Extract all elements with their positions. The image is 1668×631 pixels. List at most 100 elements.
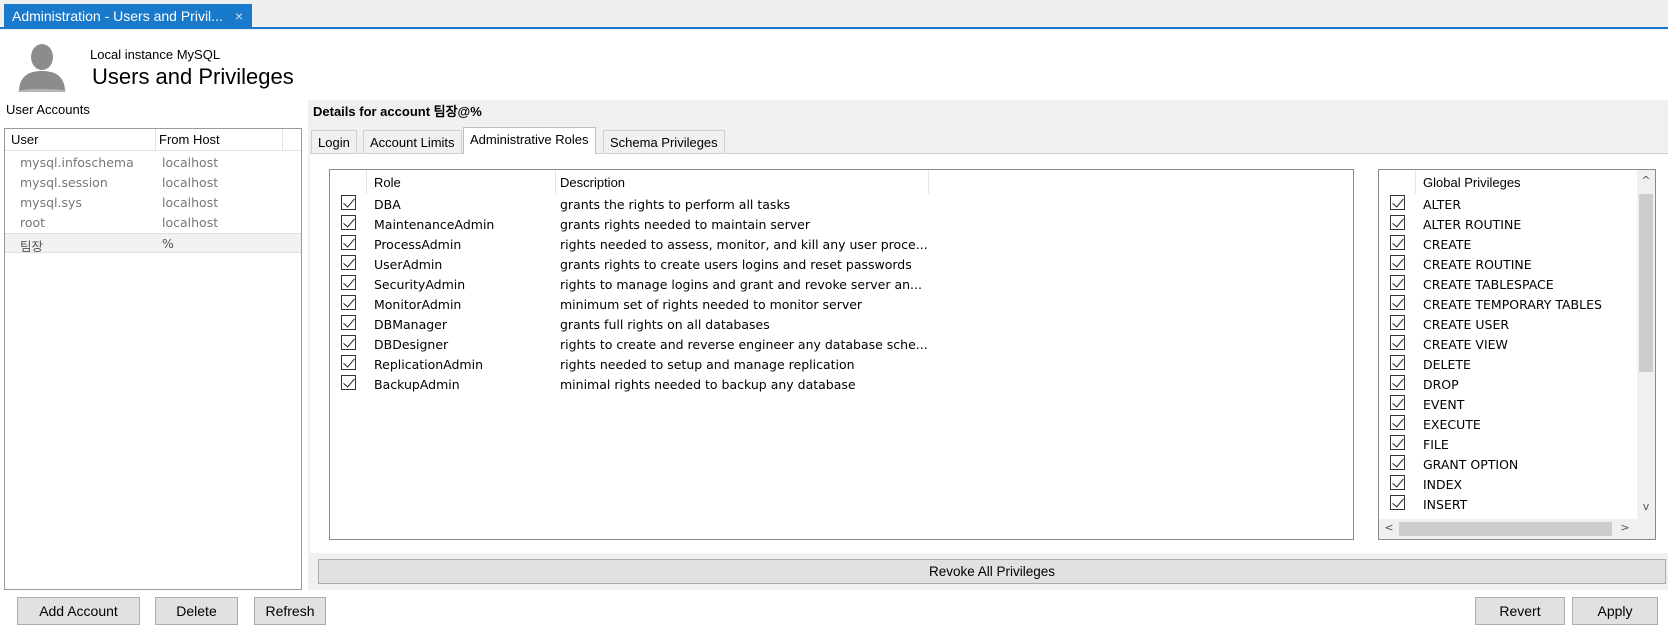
global-privilege-row[interactable]: CREATE bbox=[1379, 234, 1629, 254]
user-account-row[interactable]: root localhost bbox=[5, 213, 301, 233]
tab-administrative-roles[interactable]: Administrative Roles bbox=[463, 127, 596, 154]
privilege-checkbox[interactable] bbox=[1390, 355, 1405, 370]
privilege-name: GRANT OPTION bbox=[1423, 457, 1519, 472]
privilege-checkbox[interactable] bbox=[1390, 495, 1405, 510]
privilege-checkbox[interactable] bbox=[1390, 415, 1405, 430]
role-description: rights to create and reverse engineer an… bbox=[560, 337, 928, 352]
delete-button[interactable]: Delete bbox=[155, 597, 238, 625]
privilege-checkbox[interactable] bbox=[1390, 215, 1405, 230]
global-privilege-row[interactable]: CREATE USER bbox=[1379, 314, 1629, 334]
user-name: mysql.session bbox=[20, 175, 108, 190]
scroll-right-icon[interactable]: > bbox=[1617, 521, 1633, 537]
scroll-left-icon[interactable]: < bbox=[1381, 521, 1397, 537]
global-privilege-row[interactable]: GRANT OPTION bbox=[1379, 454, 1629, 474]
column-header-user[interactable]: User bbox=[11, 132, 38, 147]
horizontal-scrollbar[interactable]: < > bbox=[1379, 519, 1655, 539]
global-privileges-list[interactable]: Global Privileges ALTER ALTER ROUTINE CREA… bbox=[1378, 169, 1656, 540]
administrative-roles-table[interactable]: Role Description DBA grants the rights to… bbox=[329, 169, 1354, 540]
privilege-checkbox[interactable] bbox=[1390, 435, 1405, 450]
revoke-all-privileges-button[interactable]: Revoke All Privileges bbox=[318, 559, 1666, 584]
role-row[interactable]: SecurityAdmin rights to manage logins and… bbox=[330, 274, 1353, 294]
global-privilege-row[interactable]: ALTER bbox=[1379, 194, 1629, 214]
role-checkbox[interactable] bbox=[341, 215, 356, 230]
role-row[interactable]: ReplicationAdmin rights needed to setup a… bbox=[330, 354, 1353, 374]
user-account-row-selected[interactable]: 팀장 % bbox=[5, 233, 301, 254]
role-checkbox[interactable] bbox=[341, 355, 356, 370]
privilege-checkbox[interactable] bbox=[1390, 335, 1405, 350]
user-accounts-list[interactable]: User From Host mysql.infoschema localhos… bbox=[4, 128, 302, 590]
role-row[interactable]: UserAdmin grants rights to create users l… bbox=[330, 254, 1353, 274]
privilege-checkbox[interactable] bbox=[1390, 375, 1405, 390]
refresh-button[interactable]: Refresh bbox=[254, 597, 326, 625]
scroll-up-icon[interactable]: ^ bbox=[1638, 174, 1654, 190]
tab-account-limits[interactable]: Account Limits bbox=[363, 130, 462, 153]
privilege-checkbox[interactable] bbox=[1390, 235, 1405, 250]
global-privilege-row[interactable]: INSERT bbox=[1379, 494, 1629, 514]
privilege-name: EXECUTE bbox=[1423, 417, 1481, 432]
vertical-scroll-thumb[interactable] bbox=[1639, 194, 1653, 372]
revert-button[interactable]: Revert bbox=[1475, 597, 1565, 625]
close-icon[interactable]: × bbox=[230, 8, 248, 24]
privilege-checkbox[interactable] bbox=[1390, 315, 1405, 330]
privilege-checkbox[interactable] bbox=[1390, 275, 1405, 290]
role-row[interactable]: MonitorAdmin minimum set of rights needed… bbox=[330, 294, 1353, 314]
global-privilege-row[interactable]: EVENT bbox=[1379, 394, 1629, 414]
global-privilege-row[interactable]: DROP bbox=[1379, 374, 1629, 394]
global-privilege-row[interactable]: CREATE TABLESPACE bbox=[1379, 274, 1629, 294]
document-tab-users-privileges[interactable]: Administration - Users and Privil... × bbox=[4, 4, 252, 28]
user-host: localhost bbox=[162, 175, 219, 190]
role-name: MonitorAdmin bbox=[374, 297, 462, 312]
role-name: BackupAdmin bbox=[374, 377, 460, 392]
role-row[interactable]: BackupAdmin minimal rights needed to back… bbox=[330, 374, 1353, 394]
role-description: grants rights to create users logins and… bbox=[560, 257, 912, 272]
apply-button[interactable]: Apply bbox=[1572, 597, 1658, 625]
role-name: SecurityAdmin bbox=[374, 277, 466, 292]
role-checkbox[interactable] bbox=[341, 295, 356, 310]
column-divider bbox=[155, 129, 156, 151]
privilege-checkbox[interactable] bbox=[1390, 255, 1405, 270]
user-account-row[interactable]: mysql.infoschema localhost bbox=[5, 153, 301, 173]
role-checkbox[interactable] bbox=[341, 375, 356, 390]
role-row[interactable]: ProcessAdmin rights needed to assess, mon… bbox=[330, 234, 1353, 254]
role-row[interactable]: DBDesigner rights to create and reverse e… bbox=[330, 334, 1353, 354]
global-privilege-row[interactable]: CREATE TEMPORARY TABLES bbox=[1379, 294, 1629, 314]
global-privileges-header: Global Privileges bbox=[1379, 170, 1655, 194]
global-privilege-row[interactable]: DELETE bbox=[1379, 354, 1629, 374]
column-header-description[interactable]: Description bbox=[560, 170, 625, 194]
global-privilege-row[interactable]: FILE bbox=[1379, 434, 1629, 454]
global-privilege-row[interactable]: INDEX bbox=[1379, 474, 1629, 494]
column-header-global-privileges[interactable]: Global Privileges bbox=[1423, 170, 1521, 194]
privilege-checkbox[interactable] bbox=[1390, 295, 1405, 310]
role-row[interactable]: DBA grants the rights to perform all task… bbox=[330, 194, 1353, 214]
column-header-from-host[interactable]: From Host bbox=[159, 132, 220, 147]
privilege-checkbox[interactable] bbox=[1390, 455, 1405, 470]
privilege-checkbox[interactable] bbox=[1390, 395, 1405, 410]
role-checkbox[interactable] bbox=[341, 315, 356, 330]
horizontal-scroll-thumb[interactable] bbox=[1399, 522, 1612, 536]
role-checkbox[interactable] bbox=[341, 255, 356, 270]
privilege-checkbox[interactable] bbox=[1390, 475, 1405, 490]
user-account-row[interactable]: mysql.sys localhost bbox=[5, 193, 301, 213]
role-checkbox[interactable] bbox=[341, 235, 356, 250]
privilege-checkbox[interactable] bbox=[1390, 195, 1405, 210]
global-privilege-row[interactable]: ALTER ROUTINE bbox=[1379, 214, 1629, 234]
role-row[interactable]: MaintenanceAdmin grants rights needed to … bbox=[330, 214, 1353, 234]
role-checkbox[interactable] bbox=[341, 275, 356, 290]
role-name: MaintenanceAdmin bbox=[374, 217, 495, 232]
tab-schema-privileges[interactable]: Schema Privileges bbox=[603, 130, 725, 153]
column-header-role[interactable]: Role bbox=[374, 170, 401, 194]
role-row[interactable]: DBManager grants full rights on all datab… bbox=[330, 314, 1353, 334]
privilege-name: CREATE TABLESPACE bbox=[1423, 277, 1554, 292]
global-privilege-row[interactable]: CREATE ROUTINE bbox=[1379, 254, 1629, 274]
scroll-down-icon[interactable]: v bbox=[1638, 500, 1654, 516]
add-account-button[interactable]: Add Account bbox=[17, 597, 140, 625]
global-privilege-row[interactable]: CREATE VIEW bbox=[1379, 334, 1629, 354]
user-host: % bbox=[162, 236, 174, 251]
role-checkbox[interactable] bbox=[341, 335, 356, 350]
vertical-scrollbar[interactable]: ^ v bbox=[1637, 170, 1655, 521]
tab-login[interactable]: Login bbox=[311, 130, 357, 153]
role-checkbox[interactable] bbox=[341, 195, 356, 210]
privilege-name: INDEX bbox=[1423, 477, 1463, 492]
user-account-row[interactable]: mysql.session localhost bbox=[5, 173, 301, 193]
global-privilege-row[interactable]: EXECUTE bbox=[1379, 414, 1629, 434]
